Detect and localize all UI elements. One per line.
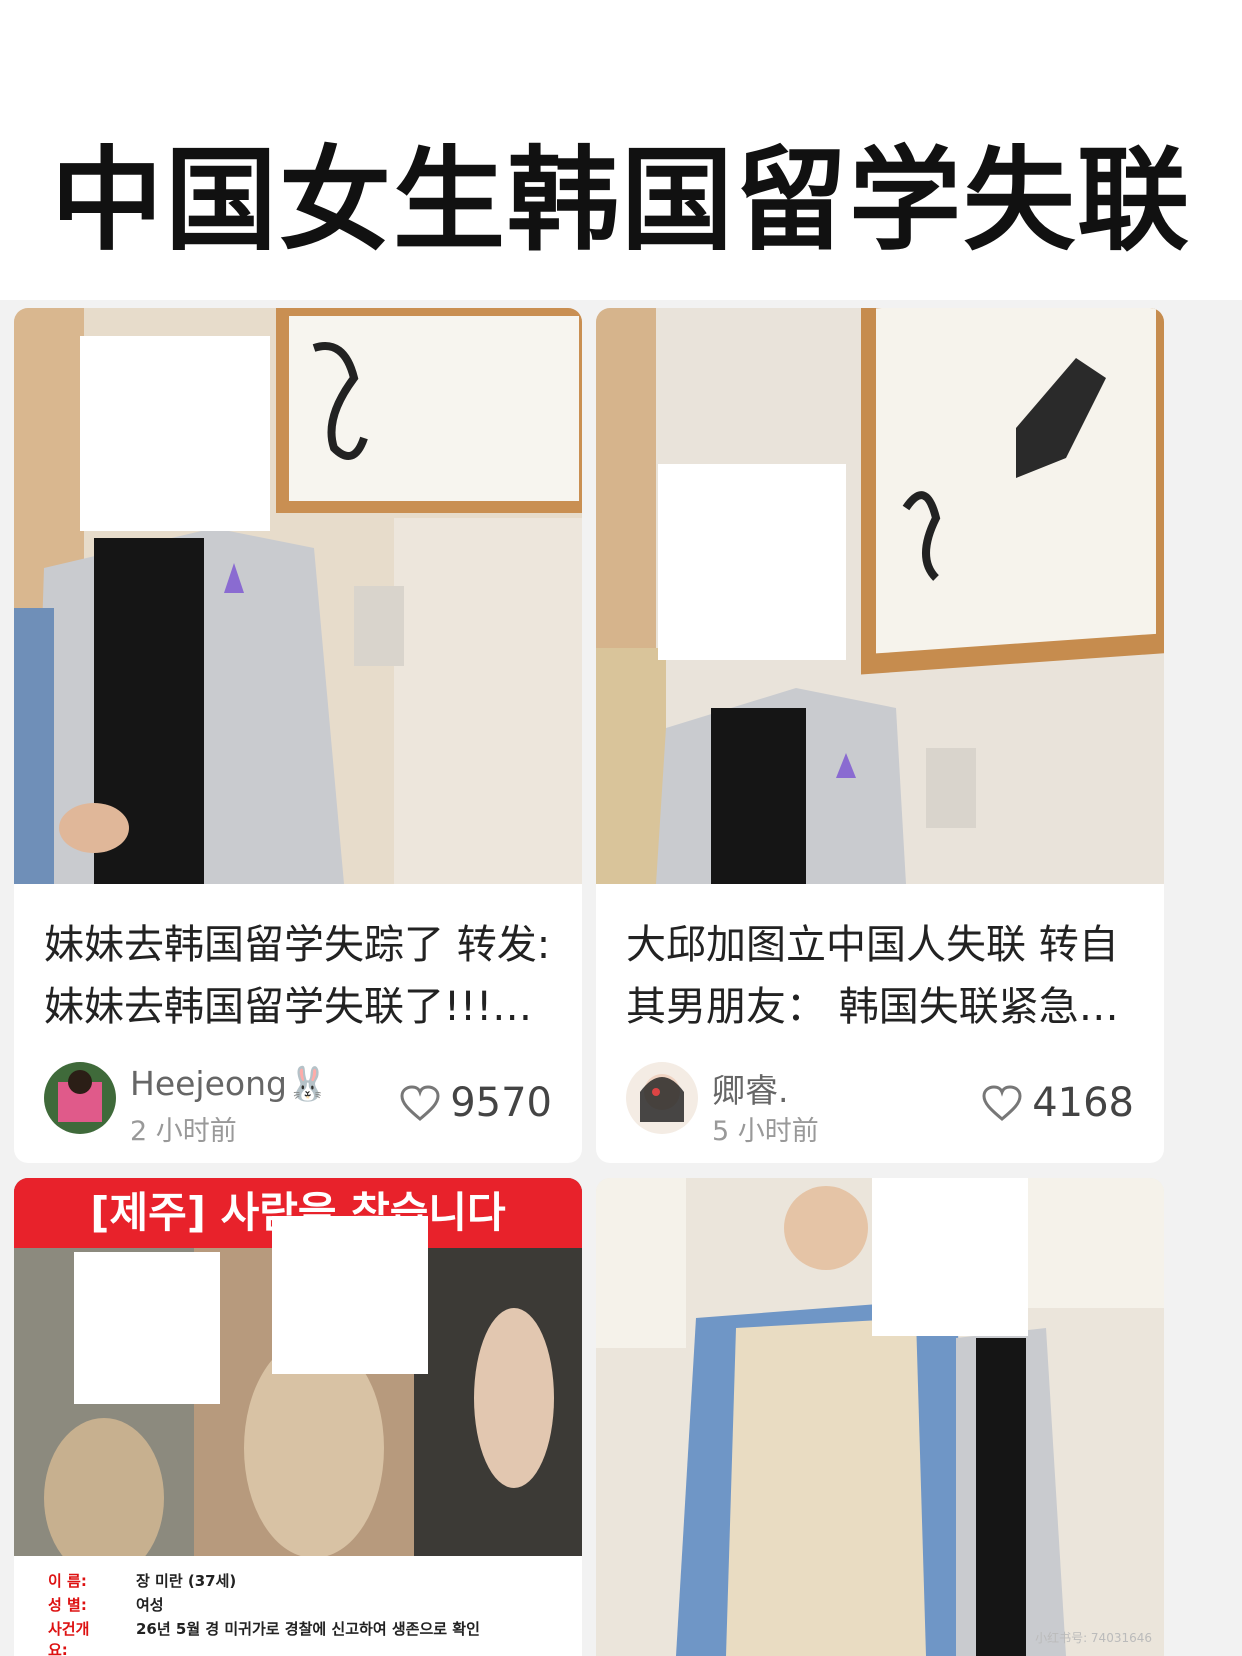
post-title[interactable]: 妹妹去韩国留学失踪了 转发: 妹妹去韩国留学失联了!!!… bbox=[44, 914, 574, 1038]
face-redaction bbox=[658, 464, 846, 660]
author-name[interactable]: 卿睿. bbox=[712, 1064, 789, 1112]
heart-outline-icon bbox=[982, 1085, 1022, 1121]
post-title[interactable]: 大邱加图立中国人失联 转自其男朋友： 韩国失联紧急… bbox=[626, 914, 1156, 1038]
poster-row-summary: 사건개요: 26년 5월 경 미귀가로 경찰에 신고하여 생존으로 확인 bbox=[48, 1620, 480, 1656]
like-count: 9570 bbox=[450, 1080, 552, 1126]
post-time: 5 小时前 bbox=[712, 1116, 819, 1147]
like-button[interactable]: 4168 bbox=[982, 1080, 1134, 1126]
like-count: 4168 bbox=[1032, 1080, 1134, 1126]
watermark: 小红书号: 74031646 bbox=[1035, 1631, 1152, 1645]
avatar[interactable] bbox=[44, 1062, 116, 1134]
poster-row-gender: 성 별: 여성 bbox=[48, 1596, 164, 1614]
post-card-4[interactable]: 小红书号: 74031646 bbox=[596, 1178, 1164, 1656]
post-card-2[interactable]: 大邱加图立中国人失联 转自其男朋友： 韩国失联紧急… 卿睿. 5 小时前 416… bbox=[596, 308, 1164, 1163]
poster-row-name: 이 름: 장 미란 (37세) bbox=[48, 1572, 237, 1590]
face-redaction bbox=[74, 1252, 220, 1404]
heart-outline-icon bbox=[400, 1085, 440, 1121]
author-name[interactable]: Heejeong🐰 bbox=[130, 1064, 328, 1104]
post-image[interactable]: 小红书号: 74031646 bbox=[596, 1178, 1164, 1656]
post-time: 2 小时前 bbox=[130, 1116, 237, 1147]
post-image[interactable] bbox=[596, 308, 1164, 884]
face-redaction bbox=[272, 1216, 428, 1374]
like-button[interactable]: 9570 bbox=[400, 1080, 552, 1126]
post-image[interactable] bbox=[14, 308, 582, 884]
post-card-3[interactable]: [제주] 사람을 찾습니다 이 름: 장 미란 (37세) 성 별: 여성 사건… bbox=[14, 1178, 582, 1656]
face-redaction bbox=[872, 1178, 1028, 1336]
post-image[interactable]: [제주] 사람을 찾습니다 이 름: 장 미란 (37세) 성 별: 여성 사건… bbox=[14, 1178, 582, 1656]
poster-info: 이 름: 장 미란 (37세) 성 별: 여성 사건개요: 26년 5월 경 미… bbox=[14, 1556, 582, 1656]
post-card-1[interactable]: 妹妹去韩国留学失踪了 转发: 妹妹去韩国留学失联了!!!… Heejeong🐰 … bbox=[14, 308, 582, 1163]
avatar[interactable] bbox=[626, 1062, 698, 1134]
face-redaction bbox=[80, 336, 270, 531]
page-headline: 中国女生韩国留学失联 bbox=[51, 136, 1191, 266]
